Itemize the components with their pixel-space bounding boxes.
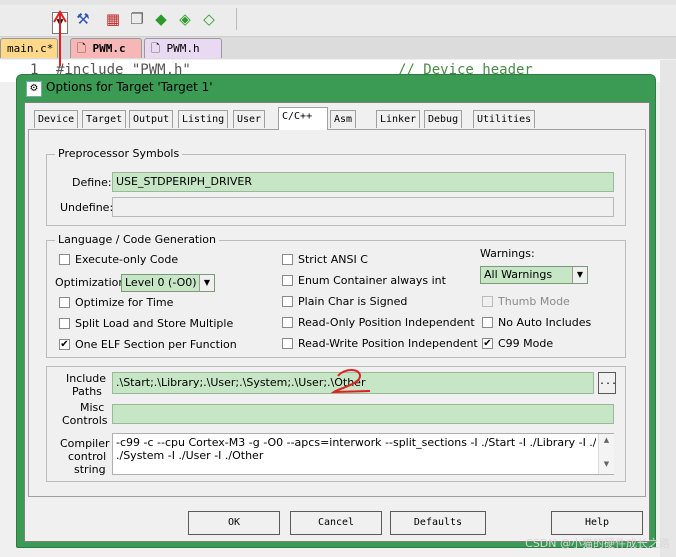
file-tab-pwm-c[interactable]: 🗋 PWM.c — [70, 38, 142, 58]
warnings-label: Warnings: — [480, 247, 535, 260]
ro-position-label: Read-Only Position Independent — [298, 316, 475, 329]
c99-mode-checkbox[interactable]: ✔ — [482, 338, 493, 349]
optimization-select[interactable]: Level 0 (-O0) ▼ — [121, 274, 215, 292]
file-icon: 🗋 — [151, 42, 167, 55]
warnings-select[interactable]: All Warnings ▼ — [480, 266, 588, 284]
tab-listing[interactable]: Listing — [178, 110, 229, 128]
undefine-label: Undefine: — [60, 201, 114, 214]
toolbar-separator — [236, 8, 237, 30]
file-tab-pwm-h[interactable]: 🗋 PWM.h — [144, 38, 222, 58]
watermark: CSDN @小猫的硬件成长之路 — [525, 537, 670, 550]
tab-device[interactable]: Device — [34, 110, 79, 128]
compiler-control-label-3: string — [74, 463, 106, 476]
split-load-label: Split Load and Store Multiple — [75, 317, 234, 330]
ro-position-checkbox[interactable] — [282, 317, 293, 328]
chevron-down-icon: ▼ — [199, 275, 214, 291]
plain-char-checkbox[interactable] — [282, 296, 293, 307]
wrench-icon[interactable]: ⚒ — [74, 10, 92, 28]
define-input[interactable]: USE_STDPERIPH_DRIVER — [112, 172, 614, 192]
define-label: Define: — [72, 176, 112, 189]
dialog-app-icon: ⚙ — [26, 81, 42, 97]
tab-debug[interactable]: Debug — [424, 110, 463, 128]
one-elf-checkbox[interactable]: ✔ — [59, 339, 70, 350]
thumb-mode-label: Thumb Mode — [498, 295, 570, 308]
dialog-title: Options for Target 'Target 1' — [46, 80, 213, 94]
tab-output[interactable]: Output — [129, 110, 174, 128]
thumb-mode-checkbox — [482, 296, 493, 307]
strict-ansi-label: Strict ANSI C — [298, 253, 368, 266]
select-packs-icon[interactable]: ◇ — [200, 10, 218, 28]
enum-container-label: Enum Container always int — [298, 274, 446, 287]
misc-controls-label-1: Misc — [80, 401, 105, 414]
chevron-down-icon: ▼ — [572, 267, 587, 283]
misc-controls-label-2: Controls — [62, 414, 108, 427]
defaults-button[interactable]: Defaults — [390, 511, 486, 535]
annotation-arrow — [53, 10, 67, 66]
cancel-button[interactable]: Cancel — [290, 511, 382, 535]
include-paths-browse-button[interactable]: ... — [598, 372, 617, 394]
plain-char-label: Plain Char is Signed — [298, 295, 408, 308]
pack-installer-icon[interactable]: ◈ — [176, 10, 194, 28]
ide-right-strip — [660, 60, 676, 557]
include-paths-label-1: Include — [66, 372, 107, 385]
compiler-control-string[interactable]: -c99 -c --cpu Cortex-M3 -g -O0 --apcs=in… — [112, 433, 614, 475]
tab-linker[interactable]: Linker — [376, 110, 421, 128]
file-icon: 🗋 — [77, 42, 93, 55]
rw-position-checkbox[interactable] — [282, 338, 293, 349]
c99-mode-label: C99 Mode — [498, 337, 554, 350]
misc-controls-input[interactable] — [112, 404, 614, 424]
compiler-control-line-2: ./System -I ./User -I ./Other — [116, 449, 264, 462]
compiler-control-label-1: Compiler — [60, 437, 110, 450]
annotation-number: 2 — [0, 0, 1, 1]
manage-components-icon[interactable]: ▦ — [104, 10, 122, 28]
optimization-label: Optimization: — [55, 276, 130, 289]
strict-ansi-checkbox[interactable] — [282, 254, 293, 265]
preprocessor-group-label: Preprocessor Symbols — [55, 147, 183, 160]
tab-user[interactable]: User — [233, 110, 266, 128]
split-load-checkbox[interactable] — [59, 318, 70, 329]
no-auto-includes-label: No Auto Includes — [498, 316, 592, 329]
optimize-time-label: Optimize for Time — [75, 296, 174, 309]
compiler-control-scrollbar[interactable]: ▲ ▼ — [598, 434, 614, 474]
diamond-icon[interactable]: ◆ — [152, 10, 170, 28]
tab-target[interactable]: Target — [82, 110, 127, 128]
language-group-label: Language / Code Generation — [55, 233, 220, 246]
ok-button[interactable]: OK — [188, 511, 280, 535]
annotation-mark — [330, 369, 371, 394]
undefine-input[interactable] — [112, 197, 614, 217]
enum-container-checkbox[interactable] — [282, 275, 293, 286]
ide-toolbar: ▼ ⚒ ▦ ❐ ◆ ◈ ◇ — [0, 0, 676, 37]
execute-only-checkbox[interactable] — [59, 254, 70, 265]
optimize-time-checkbox[interactable] — [59, 297, 70, 308]
execute-only-label: Execute-only Code — [75, 253, 179, 266]
tab-utilities[interactable]: Utilities — [473, 110, 536, 128]
file-tabs: main.c* 🗋 PWM.c 🗋 PWM.h — [0, 37, 676, 59]
compiler-control-line-1: -c99 -c --cpu Cortex-M3 -g -O0 --apcs=in… — [116, 436, 596, 449]
tab-c-cpp[interactable]: C/C++ — [278, 107, 328, 130]
ide-menubar-strip — [0, 0, 676, 5]
include-paths-label-2: Paths — [72, 385, 102, 398]
one-elf-label: One ELF Section per Function — [75, 338, 237, 351]
no-auto-includes-checkbox[interactable] — [482, 317, 493, 328]
tab-asm[interactable]: Asm — [330, 110, 357, 128]
help-button[interactable]: Help — [551, 511, 643, 535]
compiler-control-label-2: control — [68, 450, 107, 463]
rw-position-label: Read-Write Position Independent — [298, 337, 478, 350]
stack-icon[interactable]: ❐ — [128, 10, 146, 28]
